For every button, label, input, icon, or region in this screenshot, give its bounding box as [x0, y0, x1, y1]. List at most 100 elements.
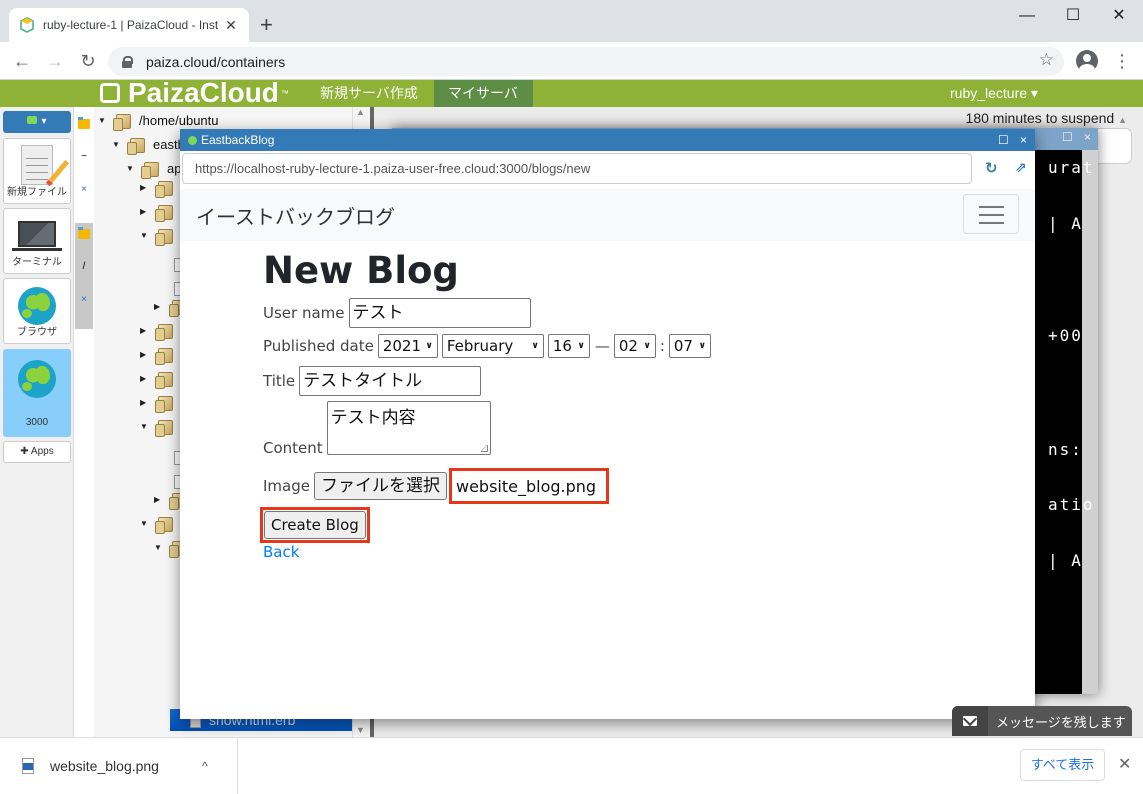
profile-avatar-icon[interactable] — [1076, 50, 1098, 72]
popup-maximize-icon[interactable]: ☐ — [998, 129, 1009, 151]
folder-icon — [127, 137, 145, 155]
published-date-label: Published date — [263, 337, 374, 355]
show-all-downloads-button[interactable]: すべて表示 — [1020, 749, 1105, 781]
tree-item[interactable]: ▼ — [140, 416, 181, 438]
folder-icon — [78, 117, 90, 129]
hamburger-line — [979, 214, 1004, 216]
title-input[interactable]: テストタイトル — [299, 366, 482, 396]
tree-item[interactable]: ▶ — [140, 201, 181, 223]
terminal-close-icon[interactable]: × — [1084, 130, 1091, 144]
image-row: Image ファイルを選択 website_blog.png — [263, 468, 610, 504]
month-select[interactable]: February ∨ — [441, 334, 544, 358]
reload-button[interactable]: ↻ — [76, 49, 100, 73]
app-label: 3000 — [25, 417, 49, 428]
content-textarea[interactable]: テスト内容 — [326, 401, 491, 455]
page-title: New Blog — [263, 249, 459, 292]
folder-icon — [155, 347, 173, 365]
tree-item[interactable]: ▶ — [140, 320, 181, 342]
tab-close-icon[interactable]: ✕ — [223, 17, 239, 34]
leave-message-widget[interactable]: メッセージを残します — [952, 706, 1132, 736]
popup-urlbar: https://localhost-ruby-lecture-1.paiza-u… — [180, 151, 1035, 189]
caret-right-icon: ▶ — [140, 207, 147, 216]
nav-new-server[interactable]: 新規サーバ作成 — [306, 80, 432, 107]
bookmark-star-icon[interactable]: ☆ — [1039, 50, 1054, 70]
apps-button[interactable]: ✚ Apps — [3, 441, 71, 463]
close-downloads-icon[interactable]: ✕ — [1118, 754, 1131, 774]
new-file-icon — [21, 145, 53, 185]
chevron-down-icon: ∨ — [577, 341, 585, 351]
image-file-icon — [22, 758, 34, 774]
paiza-logo[interactable]: PaizaCloud ™ — [100, 77, 289, 109]
nav-my-server[interactable]: マイサーバ — [434, 80, 533, 107]
app-terminal[interactable]: ターミナル — [3, 208, 71, 274]
day-select[interactable]: 16 ∨ — [547, 334, 590, 358]
paiza-logo-text: PaizaCloud — [128, 77, 279, 108]
popup-close-icon[interactable]: × — [1020, 129, 1027, 151]
browser-menu-icon[interactable]: ⋮ — [1112, 50, 1132, 72]
file-tab-root[interactable]: / × — [75, 223, 93, 329]
tree-item[interactable]: ▶ — [140, 368, 181, 390]
forward-button[interactable]: → — [43, 49, 67, 73]
site-brand[interactable]: イーストバックブログ — [196, 201, 395, 230]
tree-item[interactable]: ▼ — [140, 513, 181, 535]
user-name-label: User name — [263, 304, 345, 322]
browser-tab[interactable]: ruby-lecture-1 | PaizaCloud - Inst ✕ — [9, 8, 249, 42]
maximize-button[interactable]: ☐ — [1050, 4, 1096, 28]
close-tab-icon[interactable]: × — [75, 294, 93, 305]
minute-select[interactable]: 07 ∨ — [668, 334, 711, 358]
tree-item[interactable]: ▶ — [140, 392, 181, 414]
tree-item[interactable]: ▼ — [140, 225, 181, 247]
chevron-up-icon[interactable]: ^ — [202, 759, 208, 773]
download-item[interactable]: website_blog.png ^ — [0, 738, 238, 794]
terminal-maximize-icon[interactable]: ☐ — [1062, 130, 1073, 144]
folder-icon — [155, 371, 173, 389]
lock-icon — [122, 55, 133, 68]
tree-item[interactable]: ▶ — [140, 344, 181, 366]
folder-icon — [155, 228, 173, 246]
browser-popup-window: EastbackBlog ☐ × https://localhost-ruby-… — [180, 129, 1035, 719]
address-bar[interactable]: paiza.cloud/containers ☆ — [108, 47, 1064, 76]
new-tab-button[interactable]: + — [260, 12, 273, 38]
popup-titlebar[interactable]: EastbackBlog ☐ × — [180, 129, 1035, 151]
back-button[interactable]: ← — [10, 49, 34, 73]
year-value: 2021 — [382, 337, 421, 355]
choose-file-button[interactable]: ファイルを選択 — [313, 472, 447, 500]
downloads-bar: website_blog.png ^ すべて表示 ✕ — [0, 737, 1143, 794]
popup-url-input[interactable]: https://localhost-ruby-lecture-1.paiza-u… — [182, 153, 972, 184]
year-select[interactable]: 2021 ∨ — [377, 334, 438, 358]
app-browser[interactable]: ブラウザ — [3, 278, 71, 344]
user-menu[interactable]: ruby_lecture ▾ — [950, 80, 1038, 107]
back-link[interactable]: Back — [263, 543, 299, 561]
hour-select[interactable]: 02 ∨ — [613, 334, 656, 358]
minimize-button[interactable]: — — [1004, 4, 1050, 28]
app-browser-3000[interactable]: 3000 — [3, 349, 71, 437]
close-tab-icon[interactable]: × — [75, 184, 93, 195]
app-new-file[interactable]: 新規ファイル — [3, 138, 71, 204]
folder-icon — [113, 113, 131, 131]
user-name-input[interactable]: テスト — [348, 298, 531, 328]
collapse-icon[interactable]: ▲ — [1118, 115, 1127, 125]
scroll-down-icon[interactable]: ▼ — [353, 725, 368, 735]
navbar-toggler-button[interactable] — [963, 194, 1019, 234]
hamburger-line — [979, 206, 1004, 208]
site-favicon-icon — [188, 135, 197, 145]
caret-down-icon: ▼ — [140, 519, 148, 528]
tab-path: / — [82, 261, 86, 272]
new-dropdown-button[interactable]: ▾ — [3, 111, 71, 133]
site-page: イーストバックブログ New Blog User name テスト Publis… — [180, 189, 1035, 719]
close-window-button[interactable]: ✕ — [1096, 4, 1142, 28]
caret-right-icon: ▶ — [154, 302, 161, 311]
terminal-line: | A — [1048, 214, 1083, 233]
popup-reload-icon[interactable]: ↻ — [985, 159, 998, 177]
trademark: ™ — [280, 88, 289, 98]
file-tab-home[interactable]: ~ × — [75, 113, 93, 223]
create-blog-button[interactable]: Create Blog — [264, 511, 366, 539]
caret-down-icon: ▼ — [98, 116, 106, 125]
chevron-down-icon: ∨ — [698, 341, 706, 351]
terminal-scrollbar[interactable] — [1082, 150, 1098, 694]
month-value: February — [446, 337, 514, 355]
open-external-icon[interactable]: ⇗ — [1015, 159, 1027, 176]
scroll-up-icon[interactable]: ▲ — [353, 107, 368, 117]
tree-item[interactable]: ▶ — [140, 177, 181, 199]
envelope-icon — [952, 706, 988, 736]
